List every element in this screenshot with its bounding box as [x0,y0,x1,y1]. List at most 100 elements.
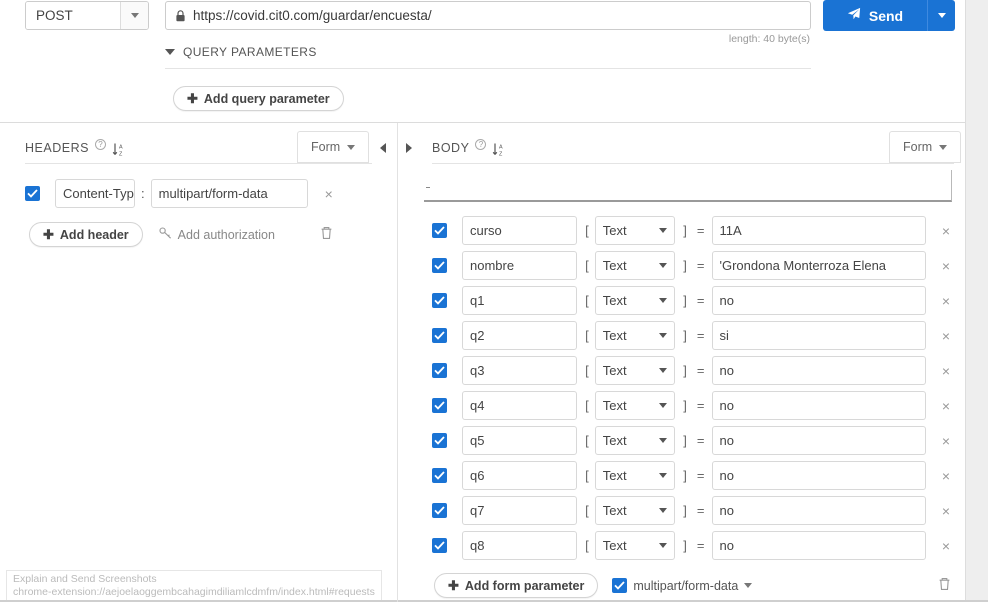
form-parameter-type-select[interactable]: Text [594,321,676,350]
form-parameter-key-input[interactable]: nombre [462,251,578,280]
form-parameter-type-select[interactable]: Text [594,496,676,525]
remove-form-parameter-button[interactable]: × [936,223,956,239]
bracket-open: [ [585,363,589,378]
form-parameter-enabled-checkbox[interactable] [432,538,447,553]
form-parameter-value-input[interactable]: no [711,286,926,315]
form-parameter-enabled-checkbox[interactable] [432,363,447,378]
form-parameter-enabled-checkbox[interactable] [432,223,447,238]
form-parameter-enabled-checkbox[interactable] [432,258,447,273]
form-parameter-type-select[interactable]: Text [594,391,676,420]
form-parameter-key-input[interactable]: q1 [462,286,578,315]
remove-form-parameter-button[interactable]: × [936,258,956,274]
bracket-close: ] [683,538,687,553]
delete-all-form-parameters-button[interactable] [938,577,951,594]
form-parameter-key-input[interactable]: curso [462,216,578,245]
remove-form-parameter-button[interactable]: × [936,468,956,484]
chevron-down-icon [659,333,668,338]
form-parameter-enabled-checkbox[interactable] [432,468,447,483]
equals-sign: = [696,503,705,518]
question-mark-icon[interactable]: ? [475,138,487,150]
remove-form-parameter-button[interactable]: × [936,538,956,554]
form-parameter-value-input[interactable]: no [711,426,926,455]
equals-sign: = [696,293,705,308]
form-parameter-value-input[interactable]: no [711,356,926,385]
header-separator: : [141,186,145,201]
form-parameter-type-select[interactable]: Text [594,461,676,490]
sort-az-icon[interactable]: A Z [112,142,126,157]
form-parameter-type-select[interactable]: Text [594,356,676,385]
send-button-main[interactable]: Send [823,0,927,31]
form-parameter-key-input[interactable]: q7 [462,496,578,525]
form-parameter-type-select[interactable]: Text [594,286,676,315]
delete-all-headers-button[interactable] [320,226,333,243]
form-parameter-value-input[interactable]: 11A [711,216,926,245]
form-parameter-type-label: Text [602,398,627,413]
equals-sign: = [696,328,705,343]
url-input[interactable]: https://covid.cit0.com/guardar/encuesta/ [165,1,811,30]
vertical-scrollbar-track[interactable] [965,0,988,602]
add-header-button[interactable]: ✚ Add header [29,222,143,247]
form-parameter-enabled-checkbox[interactable] [432,433,447,448]
equals-sign: = [696,433,705,448]
form-parameter-row: q2 [Text] = si × [432,318,956,353]
form-parameter-type-select[interactable]: Text [594,426,676,455]
remove-form-parameter-button[interactable]: × [936,503,956,519]
header-value-input[interactable]: multipart/form-data [150,179,308,208]
add-form-parameter-button[interactable]: ✚ Add form parameter [434,573,599,598]
remove-header-button[interactable]: × [319,186,339,202]
form-parameter-type-label: Text [602,468,627,483]
encoding-toggle[interactable]: multipart/form-data [612,578,753,593]
form-parameter-row: nombre [Text] = 'Grondona Monterroza Elena × [432,248,956,283]
form-parameter-value-input[interactable]: si [711,321,926,350]
form-parameter-value-input[interactable]: no [711,461,926,490]
equals-sign: = [696,398,705,413]
form-parameter-type-select[interactable]: Text [594,216,676,245]
question-mark-icon[interactable]: ? [94,138,106,150]
http-method-caret[interactable] [120,2,148,29]
form-parameter-enabled-checkbox[interactable] [432,503,447,518]
send-options-caret[interactable] [927,0,955,31]
collapse-headers-panel-button[interactable] [375,136,391,160]
headers-format-select[interactable]: Form [297,131,370,163]
remove-form-parameter-button[interactable]: × [936,293,956,309]
form-parameter-value-input[interactable]: no [711,531,926,560]
form-parameter-type-select[interactable]: Text [594,251,676,280]
form-parameter-key-input[interactable]: q3 [462,356,578,385]
http-method-select[interactable]: POST [25,1,149,30]
form-parameter-key-input[interactable]: q8 [462,531,578,560]
remove-form-parameter-button[interactable]: × [936,398,956,414]
form-parameter-value-input[interactable]: 'Grondona Monterroza Elena [711,251,926,280]
query-parameters-title: QUERY PARAMETERS [183,45,317,59]
form-parameter-type-select[interactable]: Text [594,531,676,560]
encoding-enabled-checkbox[interactable] [612,578,628,593]
body-format-select[interactable]: Form [889,131,962,163]
header-enabled-checkbox[interactable] [25,186,40,201]
form-parameter-key-input[interactable]: q2 [462,321,578,350]
remove-form-parameter-button[interactable]: × [936,433,956,449]
remove-form-parameter-button[interactable]: × [936,363,956,379]
form-parameter-row: q5 [Text] = no × [432,423,956,458]
form-parameter-enabled-checkbox[interactable] [432,398,447,413]
remove-form-parameter-button[interactable]: × [936,328,956,344]
form-parameter-key-input[interactable]: q4 [462,391,578,420]
sort-az-icon[interactable]: A Z [492,142,506,157]
form-parameter-enabled-checkbox[interactable] [432,328,447,343]
bracket-close: ] [683,433,687,448]
form-parameter-key-input[interactable]: q6 [462,461,578,490]
equals-sign: = [696,223,705,238]
form-parameter-value-input[interactable]: no [711,391,926,420]
triangle-down-icon[interactable] [165,49,175,55]
form-parameter-key-input[interactable]: q5 [462,426,578,455]
triangle-right-icon[interactable] [406,143,412,153]
body-editor-overlay[interactable] [424,170,952,202]
send-button[interactable]: Send [823,0,955,31]
plus-icon: ✚ [43,227,54,242]
header-key-input[interactable]: Content-Typ [55,179,135,208]
form-parameter-enabled-checkbox[interactable] [432,293,447,308]
add-query-parameter-button[interactable]: ✚ Add query parameter [173,86,344,111]
query-parameters-header[interactable]: QUERY PARAMETERS [165,45,317,59]
add-authorization-button[interactable]: Add authorization [159,227,275,242]
chevron-down-icon [939,144,948,150]
form-parameter-value-input[interactable]: no [711,496,926,525]
form-parameter-row: q3 [Text] = no × [432,353,956,388]
